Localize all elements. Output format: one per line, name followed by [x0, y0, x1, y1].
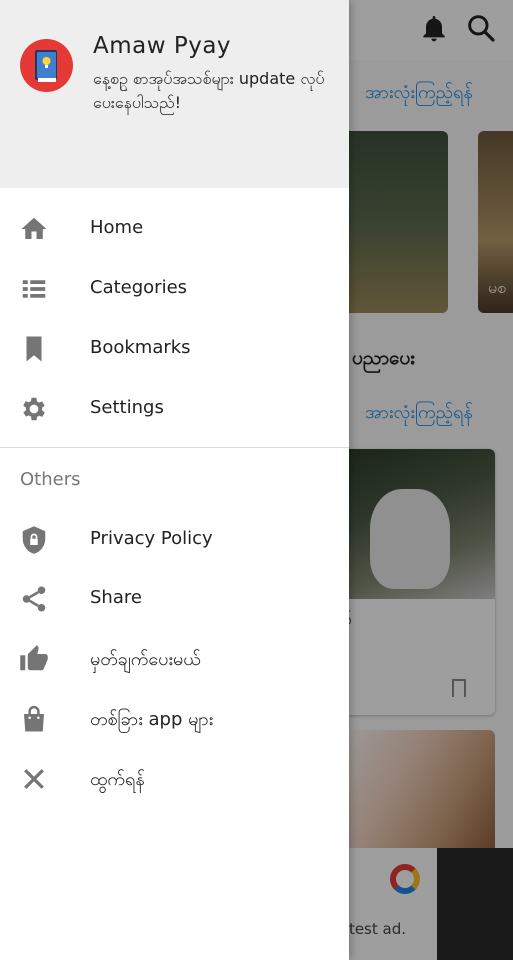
menu-item-share[interactable]: Share [0, 569, 349, 629]
menu-item-home[interactable]: Home [0, 199, 349, 259]
shield-lock-icon [19, 525, 49, 555]
menu-item-exit[interactable]: ထွက်ရန် [0, 749, 349, 809]
menu-item-other-apps[interactable]: တစ်ခြား app များ [0, 689, 349, 749]
drawer-header: Amaw Pyay နေ့စဥ္ စာအုပ်အသစ်များ update လ… [0, 0, 349, 188]
navigation-drawer: Amaw Pyay နေ့စဥ္ စာအုပ်အသစ်များ update လ… [0, 0, 349, 960]
menu-item-label: Home [90, 217, 144, 238]
menu-item-bookmarks[interactable]: Bookmarks [0, 319, 349, 379]
menu-item-label: Categories [90, 277, 188, 298]
shopping-bag-icon [19, 704, 49, 734]
close-icon [19, 764, 49, 794]
book-icon [35, 50, 57, 82]
home-icon [19, 214, 49, 244]
menu-item-label: Share [90, 587, 142, 608]
menu-item-privacy-policy[interactable]: Privacy Policy [0, 510, 349, 570]
menu-item-label: တစ်ခြား app များ [90, 709, 214, 730]
menu-item-label: Privacy Policy [90, 528, 213, 549]
menu-item-label: Bookmarks [90, 337, 191, 358]
menu-item-rate[interactable]: မှတ်ချက်ပေးမယ် [0, 629, 349, 689]
menu-item-categories[interactable]: Categories [0, 259, 349, 319]
others-section-title: Others [20, 469, 81, 490]
app-subtitle: နေ့စဥ္ စာအုပ်အသစ်များ update လုပ်ပေးနေပါ… [93, 69, 325, 112]
share-icon [19, 584, 49, 614]
app-name: Amaw Pyay [93, 33, 232, 59]
gear-icon [19, 394, 49, 424]
thumbs-up-icon [19, 644, 49, 674]
menu-item-label: Settings [90, 397, 164, 418]
menu-item-label: ထွက်ရန် [90, 769, 145, 790]
list-icon [19, 274, 49, 304]
bookmark-icon [19, 334, 49, 364]
menu-item-label: မှတ်ချက်ပေးမယ် [90, 649, 201, 670]
menu-item-settings[interactable]: Settings [0, 379, 349, 439]
app-logo-avatar [20, 39, 73, 92]
drawer-divider [0, 447, 349, 448]
